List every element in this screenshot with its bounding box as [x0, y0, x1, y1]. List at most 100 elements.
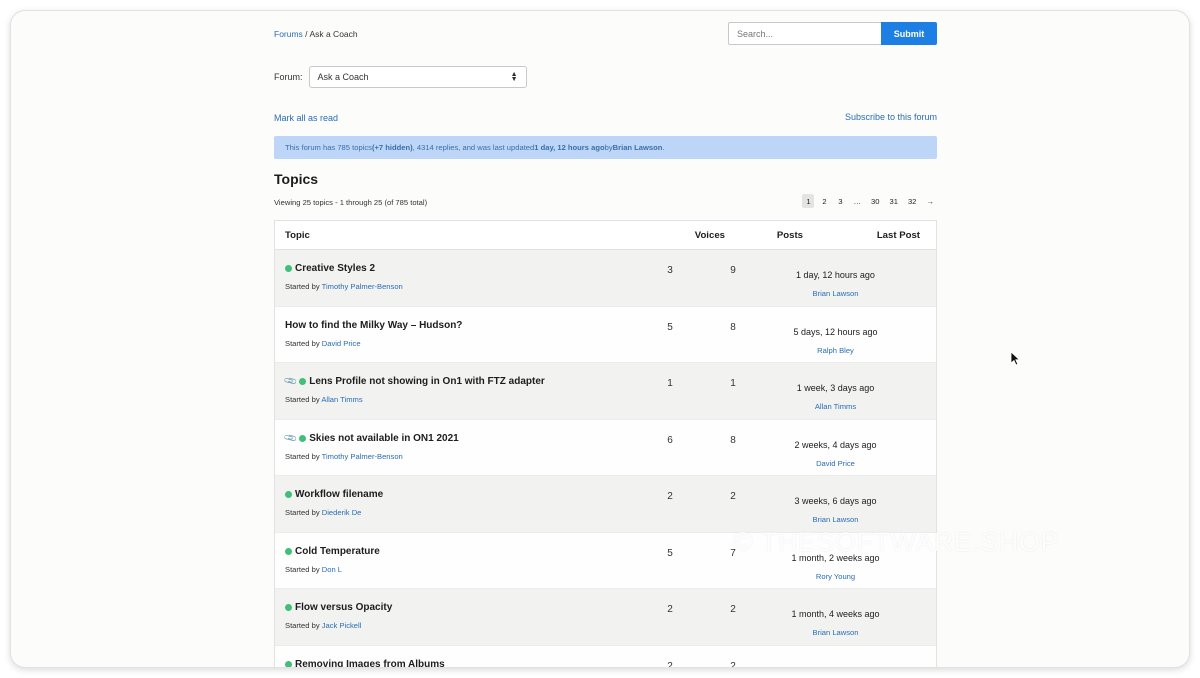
topics-list: Creative Styles 2 Started by Timothy Palm…: [275, 250, 936, 667]
topic-title-link[interactable]: Removing Images from Albums: [295, 659, 445, 668]
next-page-arrow-icon[interactable]: →: [923, 194, 937, 208]
last-post-time-link[interactable]: 3 weeks, 6 days ago: [794, 496, 876, 506]
forum-select[interactable]: Ask a Coach ▲ ▼: [308, 66, 527, 88]
last-post-cell: 5 days, 12 hours ago Ralph Bley: [767, 322, 904, 355]
topic-line: Flow versus Opacity: [285, 602, 392, 613]
last-post-cell: 1 week, 3 days ago Allan Timms: [767, 378, 904, 411]
topic-cell: Flow versus Opacity Started by Jack Picke…: [285, 602, 392, 630]
last-post-author-link[interactable]: Allan Timms: [767, 402, 904, 411]
status-dot-icon: [285, 604, 292, 611]
breadcrumb-forums-link[interactable]: Forums: [274, 29, 303, 39]
last-post-time-link[interactable]: 5 days, 12 hours ago: [793, 327, 877, 337]
table-row: How to find the Milky Way – Hudson? Start…: [275, 306, 936, 363]
last-post-author-link[interactable]: David Price: [767, 459, 904, 468]
topic-cell: How to find the Milky Way – Hudson? Start…: [285, 320, 462, 348]
last-post-author-link[interactable]: Rory Young: [767, 572, 904, 581]
paperclip-icon: 📎: [282, 373, 298, 389]
voices-count: 5: [667, 547, 673, 559]
page-link[interactable]: 3: [834, 194, 846, 208]
last-post-author-link[interactable]: Brian Lawson: [767, 515, 904, 524]
header-posts: Posts: [776, 229, 803, 241]
breadcrumb-current: Ask a Coach: [309, 29, 358, 39]
status-dot-icon: [285, 491, 292, 498]
topic-line: 📎 Lens Profile not showing in On1 with FT…: [282, 373, 545, 389]
page-link[interactable]: 30: [868, 194, 882, 208]
topic-title-link[interactable]: Creative Styles 2: [295, 263, 375, 274]
breadcrumb: Forums / Ask a Coach: [274, 29, 358, 39]
voices-count: 5: [667, 321, 673, 333]
topic-title-link[interactable]: How to find the Milky Way – Hudson?: [285, 320, 462, 331]
topic-cell: 📎 Skies not available in ON1 2021 Started …: [283, 430, 459, 461]
topic-line: Workflow filename: [285, 489, 383, 500]
topic-title-link[interactable]: Workflow filename: [295, 489, 383, 500]
info-updated-link[interactable]: 1 day, 12 hours ago: [534, 143, 604, 152]
search-form: Submit: [728, 22, 937, 45]
started-by: Started by Don L: [285, 565, 380, 574]
topic-cell: Creative Styles 2 Started by Timothy Palm…: [285, 263, 403, 291]
last-post-time-link[interactable]: 1 month, 4 weeks ago: [791, 666, 879, 668]
last-post-author-link[interactable]: Brian Lawson: [767, 289, 904, 298]
subscribe-forum-link[interactable]: Subscribe to this forum: [845, 112, 937, 122]
last-post-author-link[interactable]: Ralph Bley: [767, 346, 904, 355]
info-prefix: This forum has 785 topics: [285, 143, 372, 152]
started-by-label: Started by: [285, 282, 322, 291]
topic-author-link[interactable]: Jack Pickell: [322, 621, 362, 630]
topic-line: 📎 Skies not available in ON1 2021: [283, 430, 459, 445]
page-link[interactable]: 2: [818, 194, 830, 208]
header-voices: Voices: [694, 229, 725, 241]
header-last-post: Last Post: [876, 229, 920, 241]
topic-author-link[interactable]: Timothy Palmer-Benson: [322, 452, 403, 461]
info-suffix: .: [662, 143, 665, 152]
page-link[interactable]: 31: [887, 194, 901, 208]
topics-heading: Topics: [274, 171, 319, 187]
topic-author-link[interactable]: Allan Timms: [321, 395, 362, 404]
topic-author-link[interactable]: Timothy Palmer-Benson: [322, 282, 403, 291]
last-post-time-link[interactable]: 1 week, 3 days ago: [797, 383, 875, 393]
table-row: Creative Styles 2 Started by Timothy Palm…: [275, 250, 936, 307]
table-row: Flow versus Opacity Started by Jack Picke…: [275, 589, 936, 646]
started-by-label: Started by: [285, 395, 322, 404]
table-row: Workflow filename Started by Diederik De 2…: [275, 476, 936, 533]
started-by: Started by Timothy Palmer-Benson: [285, 282, 403, 291]
last-post-time-link[interactable]: 1 day, 12 hours ago: [796, 270, 875, 280]
last-post-time-link[interactable]: 2 weeks, 4 days ago: [794, 440, 876, 450]
topic-title-link[interactable]: Lens Profile not showing in On1 with FTZ…: [309, 376, 545, 387]
voices-count: 2: [667, 491, 673, 502]
topic-title-link[interactable]: Flow versus Opacity: [295, 602, 392, 613]
search-submit-button[interactable]: Submit: [881, 22, 937, 45]
topic-author-link[interactable]: Don L: [322, 565, 342, 574]
status-dot-icon: [285, 660, 292, 667]
topic-title-link[interactable]: Cold Temperature: [295, 546, 380, 557]
page-ellipsis: …: [853, 196, 862, 206]
started-by-label: Started by: [285, 508, 322, 517]
last-post-time-link[interactable]: 1 month, 4 weeks ago: [791, 609, 879, 619]
forum-selector-row: Forum: Ask a Coach ▲ ▼: [274, 66, 527, 88]
info-author-link[interactable]: Brian Lawson: [613, 143, 663, 152]
started-by-label: Started by: [285, 451, 322, 461]
posts-count: 8: [730, 434, 736, 446]
topic-author-link[interactable]: Diederik De: [322, 508, 362, 517]
last-post-cell: 1 month, 4 weeks ago Brian Lawson: [767, 604, 904, 637]
topic-author-link[interactable]: David Price: [322, 339, 361, 348]
topic-title-link[interactable]: Skies not available in ON1 2021: [309, 433, 459, 444]
started-by: Started by Allan Timms: [285, 395, 545, 404]
last-post-cell: 3 weeks, 6 days ago Brian Lawson: [767, 491, 904, 524]
started-by-label: Started by: [285, 621, 322, 630]
topic-line: Removing Images from Albums: [285, 659, 445, 668]
posts-count: 2: [730, 491, 736, 502]
table-header: Topic Voices Posts Last Post: [275, 221, 936, 250]
search-input[interactable]: [728, 22, 881, 45]
topics-table: Topic Voices Posts Last Post Creative St…: [274, 220, 937, 667]
started-by: Started by Jack Pickell: [285, 621, 392, 630]
mark-all-read-link[interactable]: Mark all as read: [274, 113, 338, 123]
header-topic: Topic: [285, 229, 310, 241]
last-post-cell: 1 day, 12 hours ago Brian Lawson: [767, 265, 904, 298]
page-link[interactable]: 32: [905, 194, 919, 208]
started-by-label: Started by: [285, 338, 322, 348]
started-by-label: Started by: [285, 564, 322, 574]
page-current: 1: [802, 194, 815, 208]
pagination: 1 2 3 … 30 31 32 →: [798, 194, 937, 208]
info-by: by: [604, 143, 613, 152]
last-post-author-link[interactable]: Brian Lawson: [767, 628, 904, 637]
voices-count: 1: [667, 378, 673, 389]
